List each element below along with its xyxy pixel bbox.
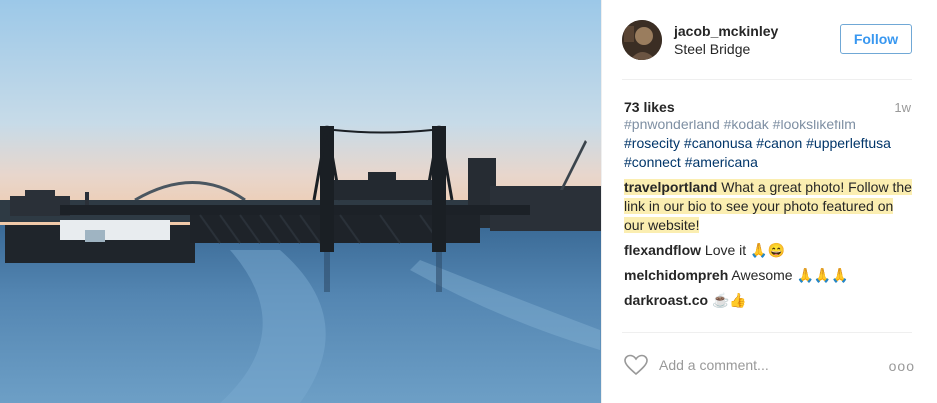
add-comment-input[interactable]: Add a comment... xyxy=(659,357,769,373)
comments-list[interactable]: #pnwonderland #kodak #lookslikefilm #ros… xyxy=(624,120,914,320)
caption: #pnwonderland #kodak #lookslikefilm #ros… xyxy=(624,120,914,172)
post-sidebar: jacob_mckinley Steel Bridge Follow 73 li… xyxy=(601,0,937,403)
likes-count[interactable]: 73 likes xyxy=(624,99,675,115)
caption-tags-line[interactable]: #rosecity #canonusa #canon #upperleftusa xyxy=(624,134,914,153)
comment-text: Love it 🙏😄 xyxy=(704,242,785,258)
post-header: jacob_mckinley Steel Bridge Follow xyxy=(622,18,917,78)
location[interactable]: Steel Bridge xyxy=(674,41,750,57)
username[interactable]: jacob_mckinley xyxy=(674,23,778,39)
list-item: melchidompreh Awesome 🙏🙏🙏 xyxy=(624,266,914,285)
more-options-icon[interactable]: ooo xyxy=(889,358,915,374)
comment-text: Awesome 🙏🙏🙏 xyxy=(731,267,849,283)
list-item: darkroast.co ☕👍 xyxy=(624,291,914,310)
list-item: flexandflow Love it 🙏😄 xyxy=(624,241,914,260)
header-divider xyxy=(622,79,912,80)
post-photo[interactable] xyxy=(0,0,601,403)
bridge-photo-image xyxy=(0,0,601,403)
comment-username[interactable]: melchidompreh xyxy=(624,267,728,283)
heart-icon[interactable] xyxy=(624,354,648,376)
avatar-image xyxy=(622,20,662,60)
list-item: travelportland What a great photo! Follo… xyxy=(624,178,914,235)
comment-bar: Add a comment... ooo xyxy=(622,352,917,382)
caption-partial-line: #pnwonderland #kodak #lookslikefilm xyxy=(624,120,856,132)
comment-text: ☕👍 xyxy=(711,292,747,308)
footer-divider xyxy=(622,332,912,333)
follow-button[interactable]: Follow xyxy=(840,24,912,54)
post-time[interactable]: 1w xyxy=(894,100,911,115)
avatar[interactable] xyxy=(622,20,662,60)
instagram-post: jacob_mckinley Steel Bridge Follow 73 li… xyxy=(0,0,937,403)
caption-tags-line[interactable]: #connect #americana xyxy=(624,153,914,172)
comment-username[interactable]: flexandflow xyxy=(624,242,701,258)
comment-username[interactable]: travelportland xyxy=(624,179,717,195)
comment-username[interactable]: darkroast.co xyxy=(624,292,708,308)
